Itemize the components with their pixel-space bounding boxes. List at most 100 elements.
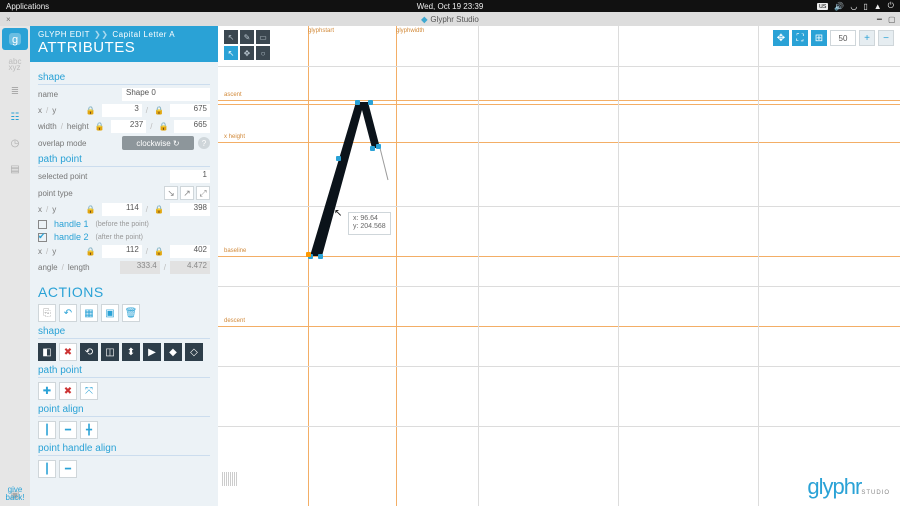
glyph-canvas[interactable]: ↖ ✎ ▭ ↖ ✥ ○ ✥ ⛶ ⊞ 50 + − bbox=[218, 26, 900, 506]
zoom-value[interactable]: 50 bbox=[830, 30, 856, 46]
window-minimize-button[interactable]: ━ bbox=[877, 15, 885, 23]
shape-rotate[interactable]: ⟲ bbox=[80, 343, 98, 361]
handle-point-4[interactable] bbox=[376, 144, 381, 149]
handle-point-origin[interactable] bbox=[306, 252, 311, 257]
actions-pathpoint-label: path point bbox=[38, 365, 210, 378]
halign-1[interactable]: ┃ bbox=[38, 460, 56, 478]
pp-delete[interactable]: ✖ bbox=[59, 382, 77, 400]
action-new-oval[interactable]: ▣ bbox=[101, 304, 119, 322]
keyboard-indicator[interactable]: us bbox=[817, 3, 828, 10]
svg-text:g: g bbox=[12, 34, 18, 46]
rail-layers-icon[interactable]: ≣ bbox=[2, 80, 28, 102]
lock-px-icon[interactable]: 🔒 bbox=[84, 205, 98, 214]
action-delete[interactable]: 🗑 bbox=[122, 304, 140, 322]
shape-h-input[interactable]: 665 bbox=[174, 120, 210, 133]
handle-point-7[interactable] bbox=[318, 254, 323, 259]
length-label: length bbox=[68, 263, 116, 272]
actions-pointalign-label: point align bbox=[38, 404, 210, 417]
lock-y-icon[interactable]: 🔒 bbox=[152, 106, 166, 115]
shape-reverse[interactable]: ▶ bbox=[143, 343, 161, 361]
shape-flip-h[interactable]: ◧ bbox=[38, 343, 56, 361]
cursor-icon: ↖ bbox=[334, 208, 342, 219]
rail-chars-icon[interactable]: abcxyz bbox=[2, 54, 28, 76]
actions-shape-label: shape bbox=[38, 326, 210, 339]
view-100[interactable]: ⊞ bbox=[811, 30, 827, 46]
wifi-icon[interactable]: ◡ bbox=[850, 2, 857, 11]
selected-point-label: selected point bbox=[38, 172, 166, 181]
view-move[interactable]: ✥ bbox=[773, 30, 789, 46]
battery-icon[interactable]: ▯ bbox=[863, 2, 867, 11]
breadcrumb-root[interactable]: GLYPH EDIT bbox=[38, 30, 90, 39]
align-h[interactable]: ━ bbox=[59, 421, 77, 439]
os-datetime: Wed, Oct 19 23:39 bbox=[417, 2, 484, 11]
shape-delete[interactable]: ✖ bbox=[59, 343, 77, 361]
rail-guides-icon[interactable]: ▤ bbox=[2, 158, 28, 180]
overlap-help-icon[interactable]: ? bbox=[198, 137, 210, 149]
handle2-y-input[interactable]: 402 bbox=[170, 245, 210, 258]
halign-2[interactable]: ━ bbox=[59, 460, 77, 478]
lock-h2x-icon[interactable]: 🔒 bbox=[84, 247, 98, 256]
lock-x-icon[interactable]: 🔒 bbox=[84, 106, 98, 115]
handle-point-3[interactable] bbox=[336, 156, 341, 161]
ruler-strip bbox=[222, 472, 252, 486]
handle-point-2[interactable] bbox=[368, 100, 373, 105]
lock-w-icon[interactable]: 🔒 bbox=[93, 122, 107, 131]
tool-rect[interactable]: ▭ bbox=[256, 30, 270, 44]
canvas-tool-buttons: ↖ ✎ ▭ ↖ ✥ ○ bbox=[224, 30, 270, 60]
shape-combine[interactable]: ◆ bbox=[164, 343, 182, 361]
lock-h2y-icon[interactable]: 🔒 bbox=[152, 247, 166, 256]
zoom-out[interactable]: − bbox=[878, 30, 894, 46]
give-back-link[interactable]: give back! bbox=[5, 486, 24, 502]
action-copy[interactable]: ⎘ bbox=[38, 304, 56, 322]
shape-subtract[interactable]: ◇ bbox=[185, 343, 203, 361]
rail-glyph-icon[interactable]: g bbox=[2, 28, 28, 50]
rail-history-icon[interactable]: ◷ bbox=[2, 132, 28, 154]
glyph-shape[interactable] bbox=[308, 100, 408, 270]
shape-y-input[interactable]: 675 bbox=[170, 104, 210, 117]
tool-oval[interactable]: ○ bbox=[256, 46, 270, 60]
point-type-symmetric[interactable]: ⤢ bbox=[196, 186, 210, 200]
selected-point-input[interactable]: 1 bbox=[170, 170, 210, 183]
zoom-in[interactable]: + bbox=[859, 30, 875, 46]
action-new-rect[interactable]: ▦ bbox=[80, 304, 98, 322]
volume-icon[interactable]: 🔊 bbox=[834, 2, 844, 11]
point-type-flat[interactable]: ↗ bbox=[180, 186, 194, 200]
point-y-input[interactable]: 398 bbox=[170, 203, 210, 216]
breadcrumb-glyph[interactable]: Capital Letter A bbox=[112, 30, 175, 39]
handle2-checkbox[interactable] bbox=[38, 233, 47, 242]
ascent-label: ascent bbox=[224, 92, 242, 98]
rail-attributes-icon[interactable]: ☷ bbox=[2, 106, 28, 128]
align-center[interactable]: ╋ bbox=[80, 421, 98, 439]
point-type-corner[interactable]: ↘ bbox=[164, 186, 178, 200]
align-v[interactable]: ┃ bbox=[38, 421, 56, 439]
shape-x-input[interactable]: 3 bbox=[102, 104, 142, 117]
lock-h-icon[interactable]: 🔒 bbox=[156, 122, 170, 131]
tool-pan[interactable]: ✥ bbox=[240, 46, 254, 60]
action-undo[interactable]: ↶ bbox=[59, 304, 77, 322]
window-close-button[interactable]: × bbox=[0, 15, 17, 24]
section-pathpoint: path point bbox=[38, 154, 210, 167]
handle-point-1[interactable] bbox=[355, 100, 360, 105]
os-apps-menu[interactable]: Applications bbox=[6, 2, 49, 11]
view-fit[interactable]: ⛶ bbox=[792, 30, 808, 46]
tool-pen[interactable]: ✎ bbox=[240, 30, 254, 44]
point-x-input[interactable]: 114 bbox=[102, 203, 142, 216]
lock-py-icon[interactable]: 🔒 bbox=[152, 205, 166, 214]
tool-path-edit[interactable]: ↖ bbox=[224, 46, 238, 60]
shape-w-input[interactable]: 237 bbox=[111, 120, 147, 133]
actions-title: ACTIONS bbox=[38, 284, 210, 300]
shape-name-input[interactable]: Shape 0 bbox=[122, 88, 210, 101]
power-icon[interactable]: ⏻ bbox=[888, 1, 894, 11]
pp-add[interactable]: ✚ bbox=[38, 382, 56, 400]
bell-icon[interactable]: ▲ bbox=[874, 2, 882, 11]
handle2-x-input[interactable]: 112 bbox=[102, 245, 142, 258]
handle-point-5[interactable] bbox=[370, 146, 375, 151]
tool-arrow[interactable]: ↖ bbox=[224, 30, 238, 44]
window-maximize-button[interactable]: ▢ bbox=[888, 15, 896, 23]
shape-mirror-v[interactable]: ⬍ bbox=[122, 343, 140, 361]
overlap-mode-button[interactable]: clockwise ↻ bbox=[122, 136, 194, 150]
pp-reset[interactable]: ⤧ bbox=[80, 382, 98, 400]
handle1-checkbox[interactable] bbox=[38, 220, 47, 229]
shape-mirror-h[interactable]: ◫ bbox=[101, 343, 119, 361]
attributes-panel: GLYPH EDIT ❯❯ Capital Letter A ATTRIBUTE… bbox=[30, 26, 218, 506]
